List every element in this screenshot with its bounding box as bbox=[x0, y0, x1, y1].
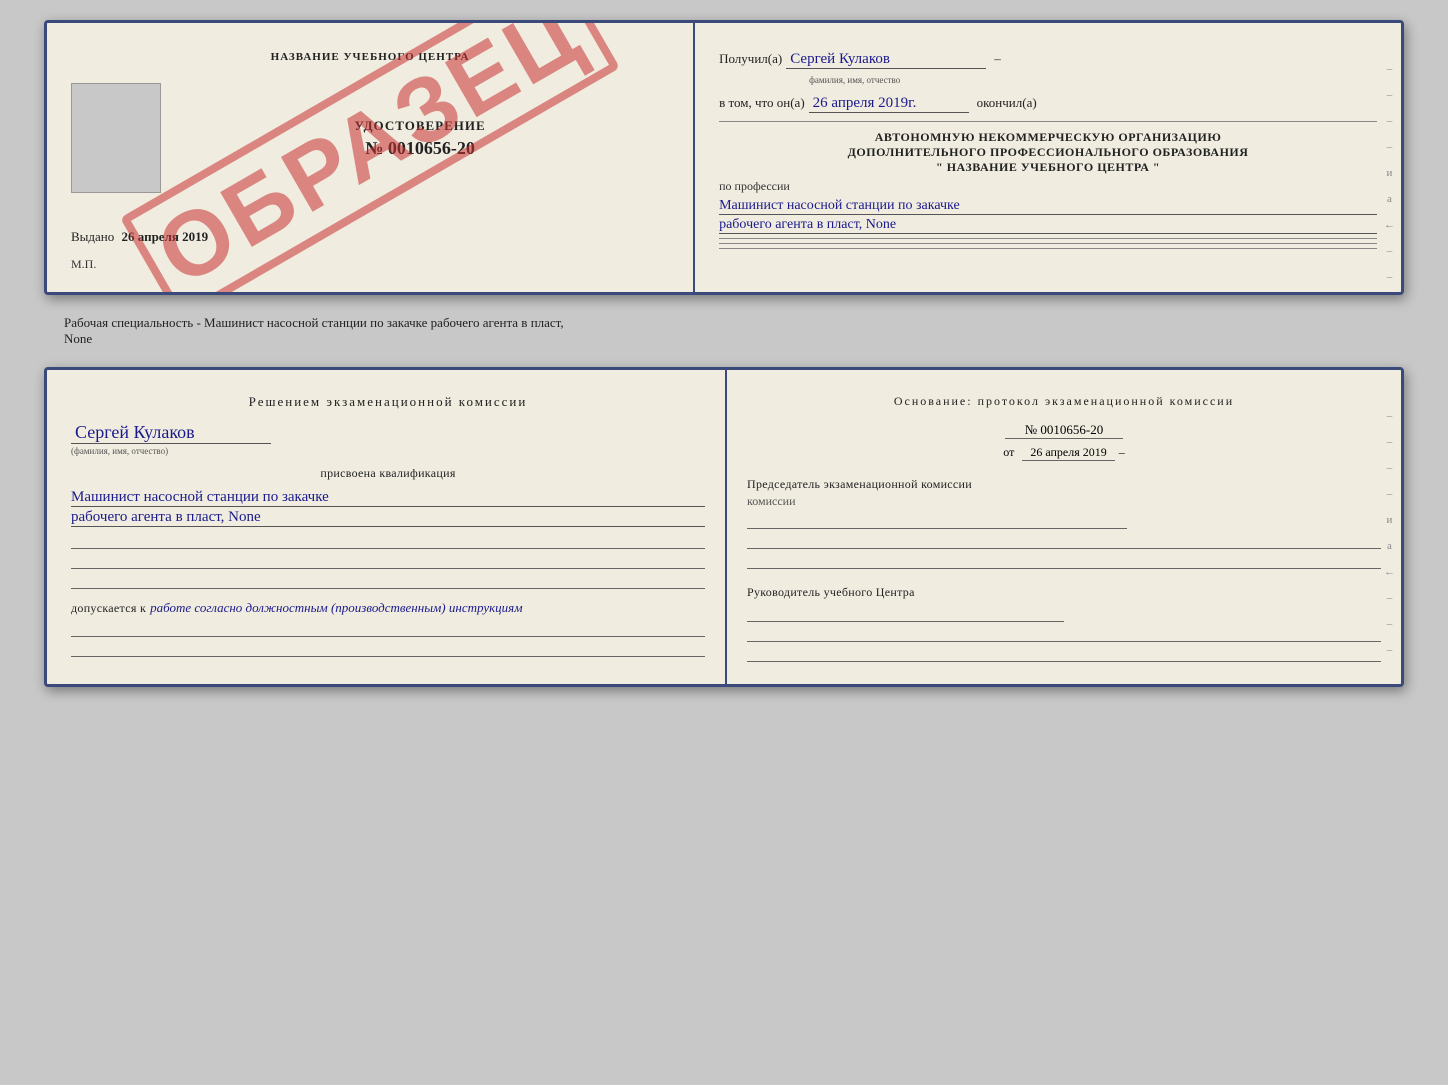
profession-line2: рабочего агента в пласт, None bbox=[719, 217, 1377, 234]
blank-r3 bbox=[747, 628, 1381, 642]
bottom-text-line2: None bbox=[64, 331, 92, 346]
vydano-label: Выдано bbox=[71, 229, 114, 244]
udostoverenie-block: УДОСТОВЕРЕНИЕ № 0010656-20 bbox=[71, 83, 669, 193]
dopuskaetsya-text: работе согласно должностным (производств… bbox=[150, 600, 522, 615]
blank-r2 bbox=[747, 555, 1381, 569]
left-page-1: НАЗВАНИЕ УЧЕБНОГО ЦЕНТРА ОБРАЗЕЦ УДОСТОВ… bbox=[47, 23, 695, 292]
dopuskaetsya-block: допускается к работе согласно должностны… bbox=[71, 599, 705, 617]
familiya-hint-2: (фамилия, имя, отчество) bbox=[71, 446, 705, 456]
vtom-date: 26 апреля 2019г. bbox=[809, 95, 969, 113]
blank-field-3 bbox=[71, 575, 705, 589]
po-professii: по профессии bbox=[719, 179, 1377, 194]
rukovoditel-label: Руководитель учебного Центра bbox=[747, 585, 1381, 600]
poluchil-name: Сергей Кулаков bbox=[786, 51, 986, 69]
prisvoena-label: присвоена квалификация bbox=[71, 466, 705, 481]
document-2: Решением экзаменационной комиссии Сергей… bbox=[44, 367, 1404, 687]
ot-label: от bbox=[1003, 445, 1014, 459]
profession-line1: Машинист насосной станции по закачке bbox=[719, 198, 1377, 215]
protocol-number: № 0010656-20 bbox=[1005, 422, 1123, 439]
predsedatel-sign-field bbox=[747, 515, 1127, 529]
right-page-2: – – – – и а ← – – – Основание: протокол … bbox=[727, 370, 1401, 684]
udostoverenie-title: УДОСТОВЕРЕНИЕ bbox=[354, 118, 485, 134]
section-line3: " НАЗВАНИЕ УЧЕБНОГО ЦЕНТРА " bbox=[719, 160, 1377, 175]
qualification-line1: Машинист насосной станции по закачке bbox=[71, 489, 705, 507]
po-professii-label: по профессии bbox=[719, 179, 790, 193]
left-title: НАЗВАНИЕ УЧЕБНОГО ЦЕНТРА bbox=[71, 51, 669, 63]
blank-r4 bbox=[747, 648, 1381, 662]
blank-field-2 bbox=[71, 555, 705, 569]
blank-field-5 bbox=[71, 643, 705, 657]
right-page-1: – – – – и а ← – – – Получил(а) Сергей Ку… bbox=[695, 23, 1401, 292]
left-page-2: Решением экзаменационной комиссии Сергей… bbox=[47, 370, 727, 684]
poluchil-label: Получил(а) bbox=[719, 51, 782, 67]
dopuskaetsya-label: допускается к bbox=[71, 601, 146, 615]
bottom-text-line1: Рабочая специальность - Машинист насосно… bbox=[64, 315, 564, 330]
blank-field-1 bbox=[71, 535, 705, 549]
blank-field-4 bbox=[71, 623, 705, 637]
vtom-line: в том, что он(а) 26 апреля 2019г. окончи… bbox=[719, 95, 1377, 113]
protocol-number-block: № 0010656-20 bbox=[747, 421, 1381, 439]
side-dashes-right2: – – – – и а ← – – – bbox=[1384, 410, 1395, 644]
mp-line: М.П. bbox=[71, 257, 669, 272]
okonchil-label: окончил(а) bbox=[977, 95, 1037, 111]
resheniem-label: Решением экзаменационной комиссии bbox=[71, 394, 705, 410]
udostoverenie-text: УДОСТОВЕРЕНИЕ № 0010656-20 bbox=[171, 83, 669, 193]
vydano-date: 26 апреля 2019 bbox=[122, 229, 209, 244]
document-1: НАЗВАНИЕ УЧЕБНОГО ЦЕНТРА ОБРАЗЕЦ УДОСТОВ… bbox=[44, 20, 1404, 295]
udostoverenie-number: № 0010656-20 bbox=[365, 138, 475, 159]
dash1: – bbox=[994, 51, 1001, 67]
ot-date-block: от 26 апреля 2019 – bbox=[747, 443, 1381, 461]
section-ano: АВТОНОМНУЮ НЕКОММЕРЧЕСКУЮ ОРГАНИЗАЦИЮ ДО… bbox=[719, 130, 1377, 175]
familiya-hint: фамилия, имя, отчество bbox=[809, 75, 1377, 85]
section-line1: АВТОНОМНУЮ НЕКОММЕРЧЕСКУЮ ОРГАНИЗАЦИЮ bbox=[719, 130, 1377, 145]
rukovoditel-sign-field bbox=[747, 608, 1064, 622]
vtom-label: в том, что он(а) bbox=[719, 95, 805, 111]
photo-placeholder bbox=[71, 83, 161, 193]
name-handwritten: Сергей Кулаков bbox=[71, 422, 271, 444]
poluchil-line: Получил(а) Сергей Кулаков – bbox=[719, 51, 1377, 69]
side-dashes-right1: – – – – и а ← – – – bbox=[1384, 63, 1395, 252]
bottom-info: Рабочая специальность - Машинист насосно… bbox=[44, 311, 1404, 351]
qualification-line2: рабочего агента в пласт, None bbox=[71, 509, 705, 527]
komissia-label-2: комиссии bbox=[747, 494, 1381, 509]
osnovanie-label: Основание: протокол экзаменационной коми… bbox=[747, 394, 1381, 409]
name-handwritten-block: Сергей Кулаков bbox=[71, 422, 705, 444]
blank-r1 bbox=[747, 535, 1381, 549]
section-line2: ДОПОЛНИТЕЛЬНОГО ПРОФЕССИОНАЛЬНОГО ОБРАЗО… bbox=[719, 145, 1377, 160]
vydano-line: Выдано 26 апреля 2019 bbox=[71, 229, 669, 245]
ot-date: 26 апреля 2019 bbox=[1022, 445, 1114, 461]
predsedatel-label: Председатель экзаменационной комиссии bbox=[747, 477, 1381, 492]
